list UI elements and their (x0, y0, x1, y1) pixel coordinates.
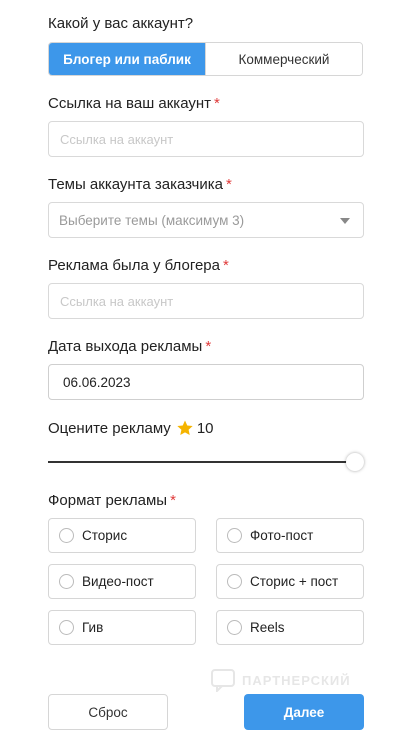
star-icon (177, 420, 193, 436)
caret-down-icon (340, 218, 350, 224)
rating-value: 10 (196, 419, 214, 437)
radio-icon (59, 620, 74, 635)
watermark-logo-icon (211, 669, 235, 692)
radio-icon (59, 528, 74, 543)
radio-icon (227, 528, 242, 543)
account-topics-placeholder: Выберите темы (максимум 3) (59, 212, 245, 228)
account-type-label: Какой у вас аккаунт? (48, 15, 194, 32)
radio-icon (227, 620, 242, 635)
blogger-ad-label: Реклама была у блогера * (48, 257, 229, 274)
required-mark: * (214, 95, 220, 112)
required-mark: * (225, 176, 232, 193)
slider-track (48, 461, 348, 463)
format-option-giveaway[interactable]: Гив (48, 610, 196, 645)
format-option-photo-post[interactable]: Фото-пост (216, 518, 364, 553)
account-topics-select[interactable]: Выберите темы (максимум 3) (48, 202, 364, 238)
next-button[interactable]: Далее (244, 694, 364, 730)
ad-date-label: Дата выхода рекламы * (48, 338, 212, 355)
blogger-ad-input[interactable] (48, 283, 364, 319)
format-option-reels[interactable]: Reels (216, 610, 364, 645)
radio-icon (227, 574, 242, 589)
ad-date-input[interactable] (48, 364, 364, 400)
required-mark: * (170, 492, 176, 509)
radio-icon (59, 574, 74, 589)
slider-thumb[interactable] (346, 453, 364, 471)
account-link-label: Ссылка на ваш аккаунт * (48, 95, 220, 112)
required-mark: * (223, 257, 229, 274)
account-type-commercial-button[interactable]: Коммерческий (205, 43, 362, 75)
account-type-toggle: Блогер или паблик Коммерческий (48, 42, 363, 76)
reset-button[interactable]: Сброс (48, 694, 168, 730)
watermark-text: ПАРТНЕРСКИЙ (242, 672, 351, 688)
account-type-blogger-button[interactable]: Блогер или паблик (49, 43, 205, 75)
format-option-stories[interactable]: Сторис (48, 518, 196, 553)
watermark: ПАРТНЕРСКИЙ (210, 668, 351, 692)
rating-slider[interactable] (48, 452, 364, 472)
ad-format-label: Формат рекламы * (48, 492, 176, 509)
format-option-video-post[interactable]: Видео-пост (48, 564, 196, 599)
account-link-input[interactable] (48, 121, 364, 157)
account-topics-label: Темы аккаунта заказчика * (48, 176, 232, 193)
format-option-stories-plus-post[interactable]: Сторис + пост (216, 564, 364, 599)
required-mark: * (205, 338, 212, 355)
rating-label: Оцените рекламу 10 (48, 419, 214, 437)
